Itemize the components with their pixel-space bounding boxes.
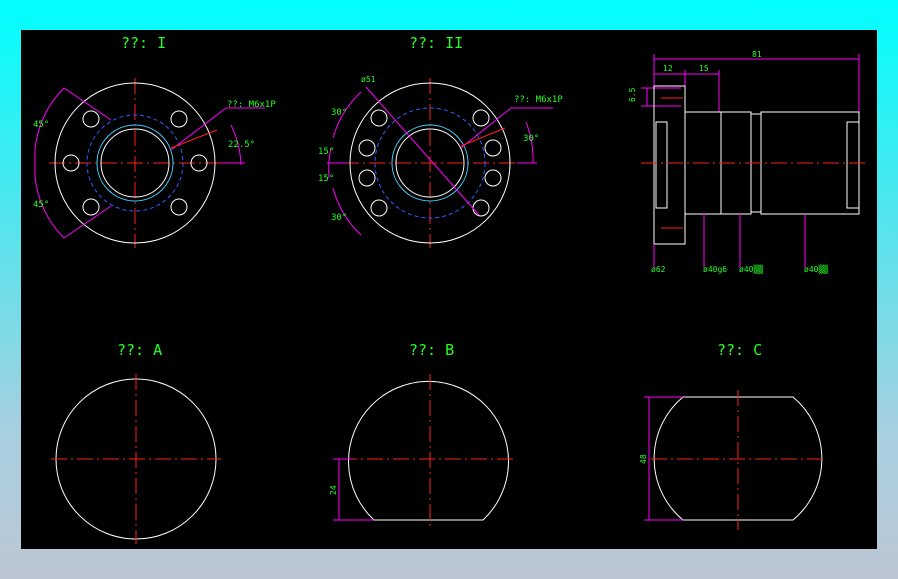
view-3-dia-3: ø40▒▒ bbox=[739, 264, 763, 274]
view-b-dim: 24 bbox=[329, 485, 338, 495]
view-2-angle-1: 30° bbox=[331, 108, 347, 118]
cad-drawing-area: ??: I ??: M6x1P 45° 45° 22.5° ??: II ø51… bbox=[21, 30, 877, 549]
view-3-side: 81 12 15 6.5 ø62 ø40g6 ø40▒▒ ø40▒▒ bbox=[628, 50, 867, 274]
view-c-title: ??: C bbox=[717, 341, 762, 359]
view-2-callout: ??: M6x1P bbox=[514, 95, 563, 105]
view-2-angle-2: 15° bbox=[318, 147, 334, 157]
view-2-dia: ø51 bbox=[361, 75, 376, 84]
view-b: ??: B 24 bbox=[329, 341, 516, 530]
view-b-title: ??: B bbox=[409, 341, 454, 359]
view-3-flange bbox=[653, 85, 686, 245]
view-3-dia-4: ø40▒▒ bbox=[804, 264, 828, 274]
view-a-title: ??: A bbox=[117, 341, 162, 359]
cad-drawing: ??: I ??: M6x1P 45° 45° 22.5° ??: II ø51… bbox=[33, 34, 867, 544]
view-1-callout: ??: M6x1P bbox=[227, 100, 276, 110]
view-2: ??: II ø51 ??: M6x1P 30° 15° 15° 30° 30° bbox=[318, 34, 563, 248]
view-1-angle-bottom: 45° bbox=[33, 200, 49, 210]
view-1-angle-top: 45° bbox=[33, 120, 49, 130]
view-1-title: ??: I bbox=[121, 34, 166, 52]
view-1: ??: I ??: M6x1P 45° 45° 22.5° bbox=[33, 34, 276, 248]
view-3-dia-2: ø40g6 bbox=[703, 265, 727, 274]
view-3-dia-1: ø62 bbox=[651, 265, 666, 274]
view-b-outline bbox=[348, 380, 509, 521]
view-2-leader bbox=[460, 107, 512, 149]
view-c: ??: C 48 bbox=[639, 341, 826, 530]
view-2-angle-4: 30° bbox=[331, 213, 347, 223]
view-2-angle-right: 30° bbox=[523, 134, 539, 144]
view-2-title: ??: II bbox=[409, 34, 463, 52]
view-c-dim: 48 bbox=[639, 454, 648, 464]
view-3-dim-side: 6.5 bbox=[628, 87, 637, 102]
view-a: ??: A bbox=[51, 341, 221, 544]
view-3-dim-overall: 81 bbox=[752, 50, 762, 59]
view-2-angle-3: 15° bbox=[318, 174, 334, 184]
view-1-angle-right: 22.5° bbox=[228, 140, 255, 150]
view-3-dim-b: 15 bbox=[699, 64, 709, 73]
view-3-dim-a: 12 bbox=[663, 64, 673, 73]
